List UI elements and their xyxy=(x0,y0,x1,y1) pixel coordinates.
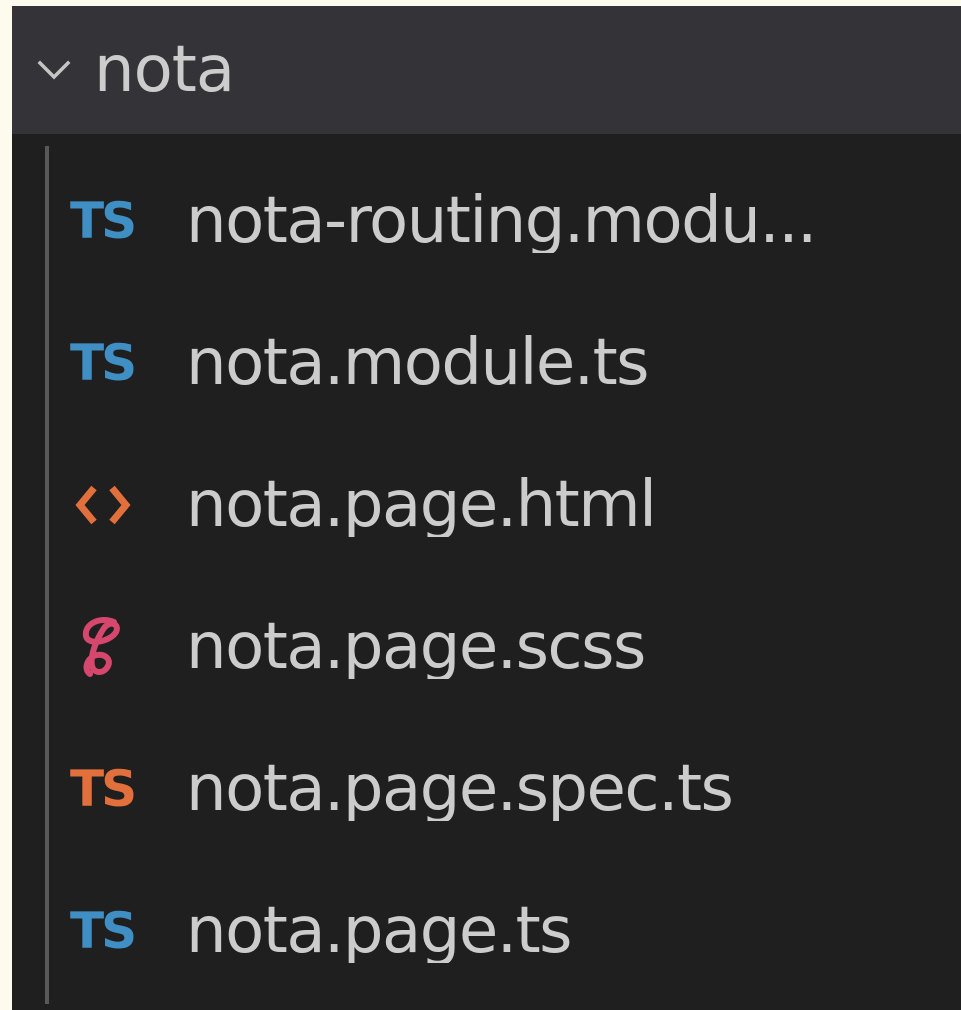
file-name: nota.page.spec.ts xyxy=(186,757,733,821)
file-item-nota-routing-module[interactable]: TS nota-routing.modu... xyxy=(12,150,961,292)
folder-name: nota xyxy=(94,33,235,107)
file-item-nota-page-scss[interactable]: nota.page.scss xyxy=(12,576,961,718)
typescript-icon: TS xyxy=(70,902,137,960)
file-name: nota-routing.modu... xyxy=(186,189,816,253)
folder-nota[interactable]: nota xyxy=(12,6,961,134)
html-icon xyxy=(70,475,170,535)
file-item-nota-page-html[interactable]: nota.page.html xyxy=(12,434,961,576)
file-item-nota-page-spec[interactable]: TS nota.page.spec.ts xyxy=(12,718,961,860)
html-brackets-icon xyxy=(75,485,131,525)
file-item-nota-page-ts[interactable]: TS nota.page.ts xyxy=(12,860,961,1002)
sass-swirl-icon xyxy=(82,616,120,677)
typescript-icon: TS xyxy=(70,192,137,250)
indent-guide xyxy=(45,146,49,1004)
file-name: nota.page.ts xyxy=(186,899,571,963)
file-explorer: nota TS nota-routing.modu... TS nota.mod… xyxy=(12,6,961,1010)
file-name: nota.module.ts xyxy=(186,331,648,395)
sass-icon xyxy=(70,616,170,677)
chevron-down-icon xyxy=(37,60,71,80)
file-name: nota.page.scss xyxy=(186,615,645,679)
file-item-nota-module[interactable]: TS nota.module.ts xyxy=(12,292,961,434)
file-name: nota.page.html xyxy=(186,473,656,537)
typescript-test-icon: TS xyxy=(70,760,137,818)
file-list: TS nota-routing.modu... TS nota.module.t… xyxy=(12,134,961,1004)
typescript-icon: TS xyxy=(70,334,137,392)
